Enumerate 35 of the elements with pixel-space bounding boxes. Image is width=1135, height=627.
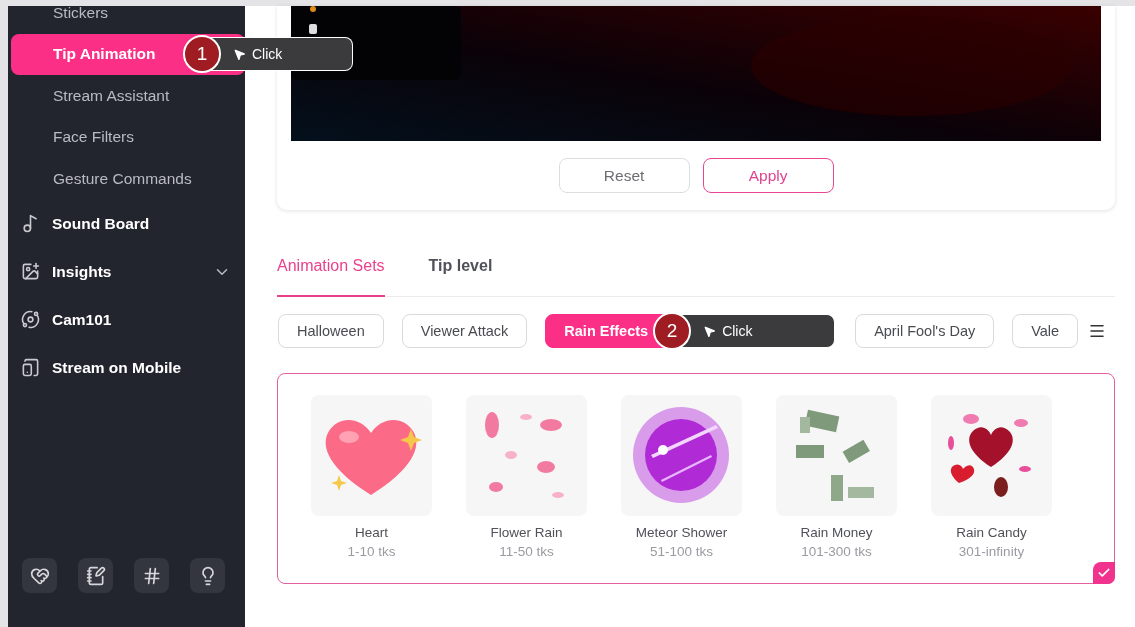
effect-name: Rain Candy [956, 525, 1027, 540]
sidebar-item[interactable]: Stream on Mobile [11, 343, 245, 392]
effect-name: Meteor Shower [635, 525, 728, 540]
category-chip[interactable]: April Fool's Day [855, 314, 995, 348]
effect-range: 1-10 tks [347, 544, 396, 559]
reset-button[interactable]: Reset [558, 158, 690, 193]
effect-name: Heart [355, 525, 388, 540]
sidebar-item[interactable]: Stream Assistant [11, 75, 245, 117]
category-chip[interactable]: Halloween [278, 314, 384, 348]
effect-range: 51-100 tks [649, 544, 713, 559]
effect-range: 11-50 tks [499, 544, 554, 559]
pointer-icon [233, 47, 246, 61]
sidebar-item[interactable]: Face Filters [11, 116, 245, 158]
pointer-icon [703, 324, 717, 338]
effect-range: 301-infinity [958, 544, 1025, 559]
notes-icon[interactable] [78, 558, 113, 593]
item-icon [21, 214, 40, 233]
tab[interactable]: Tip level [428, 257, 493, 297]
hashtag-icon[interactable] [134, 558, 169, 593]
category-chip[interactable]: Vale [1012, 314, 1079, 348]
effect-name: Rain Money [800, 525, 873, 540]
tab[interactable]: Animation Sets [277, 257, 385, 297]
sidebar-item[interactable]: Cam101 [11, 295, 245, 344]
sidebar-item[interactable]: Gesture Commands [11, 158, 245, 200]
category-chip[interactable]: Viewer Attack [401, 314, 528, 348]
effect-name: Flower Rain [490, 525, 563, 540]
apply-button[interactable]: Apply [702, 158, 834, 193]
item-icon [21, 310, 40, 329]
sidebar-item[interactable]: Sound Board [11, 199, 245, 248]
lightbulb-icon[interactable] [190, 558, 225, 593]
sidebar-item[interactable]: Insights [11, 247, 245, 296]
effect-range: 101-300 tks [801, 544, 872, 559]
item-icon [21, 262, 40, 281]
item-icon [21, 358, 40, 377]
sidebar-item[interactable]: Stickers [11, 0, 245, 34]
